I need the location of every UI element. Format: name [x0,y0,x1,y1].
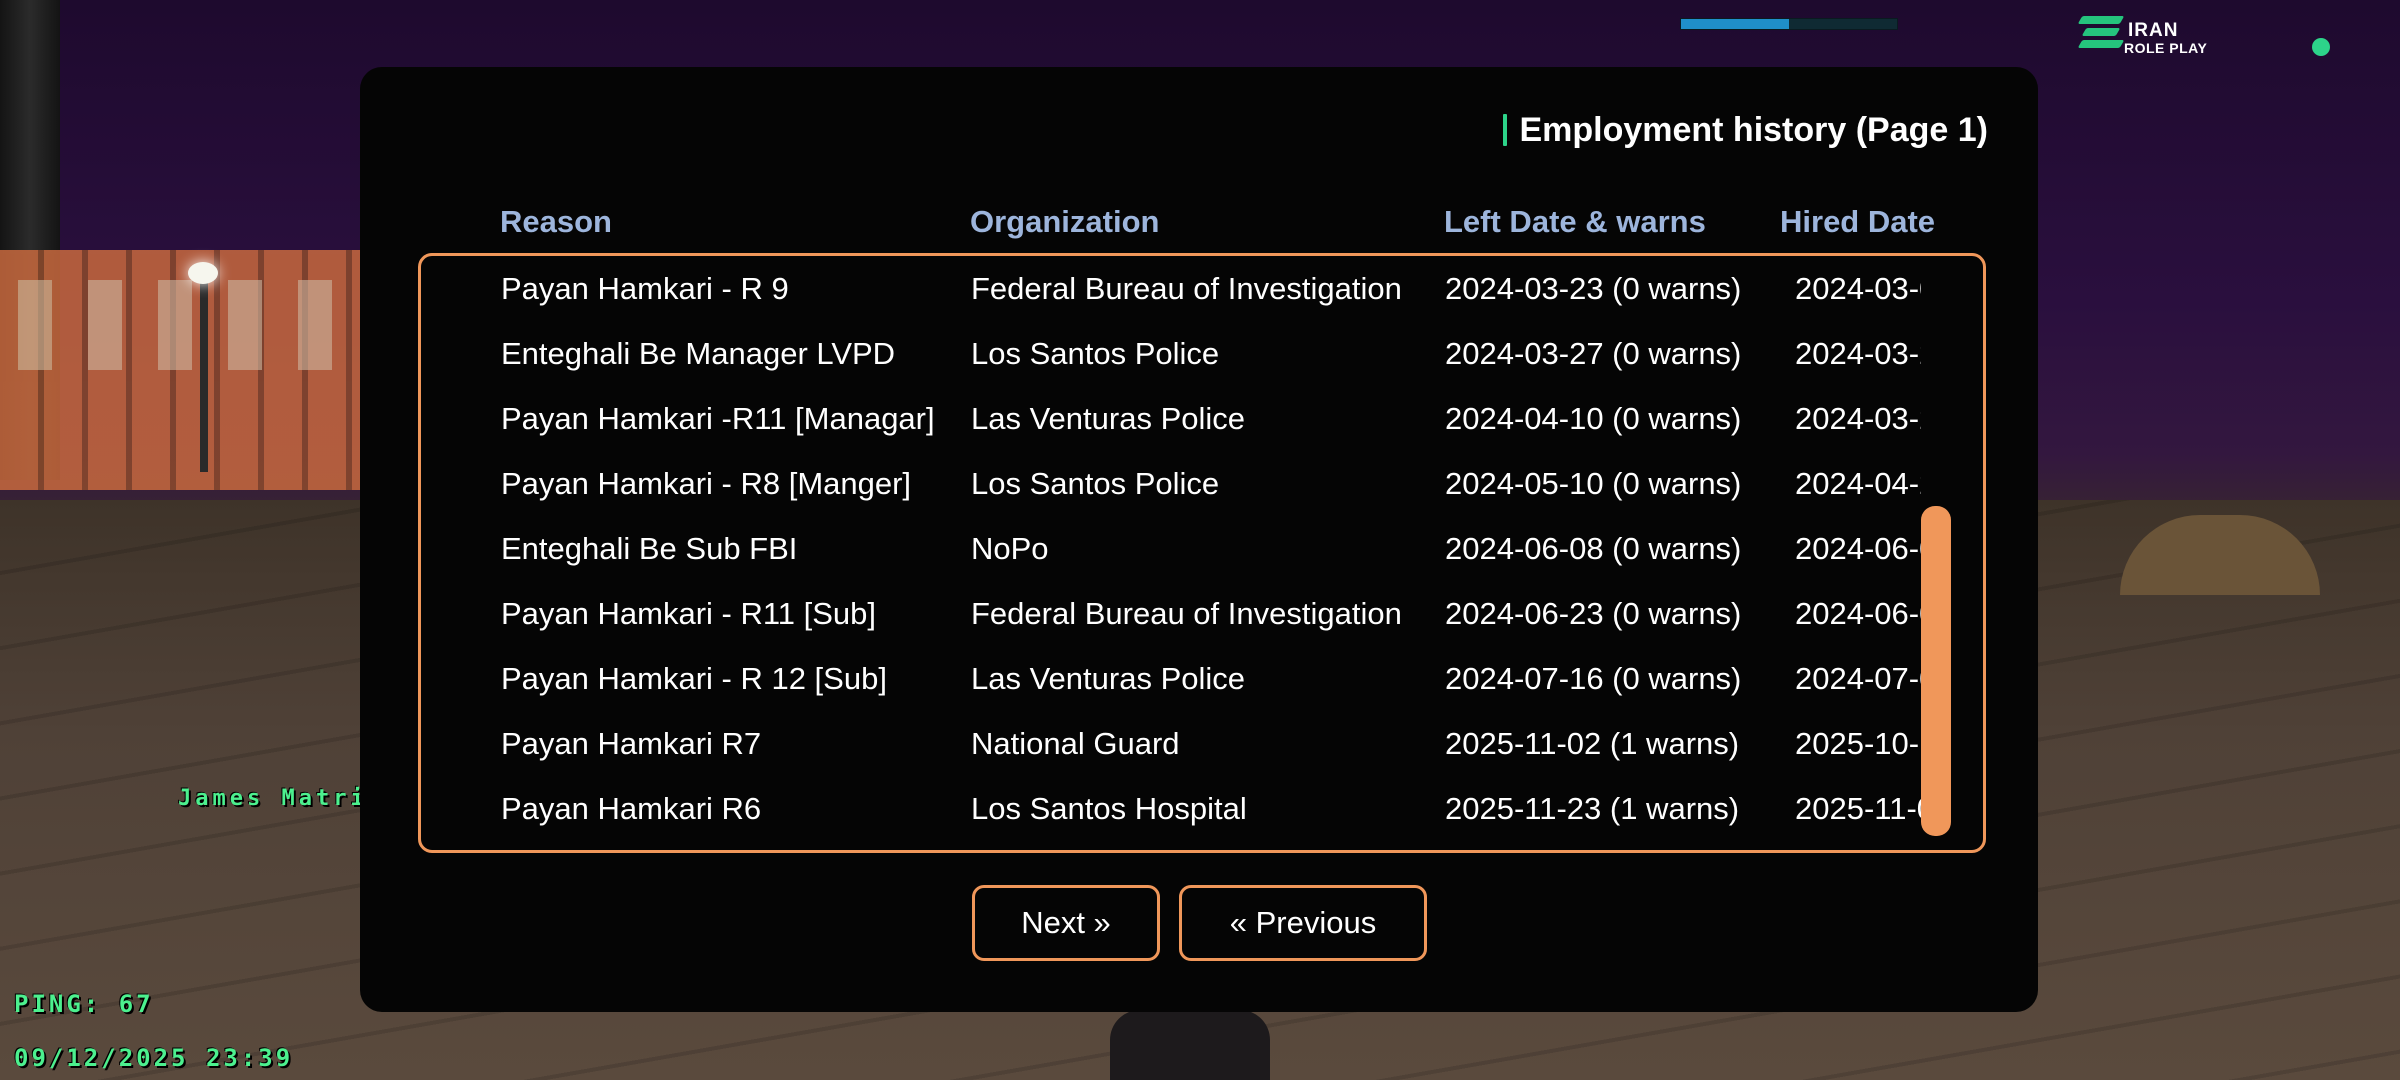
cell-hired-date: 2024-03-0 [1795,271,1921,306]
cell-reason: Payan Hamkari -R11 [Managar] [501,401,935,436]
cell-reason: Payan Hamkari - R8 [Manger] [501,466,912,501]
column-header-left-date: Left Date & warns [1444,204,1706,239]
cell-reason: Payan Hamkari - R 9 [501,271,789,306]
table-row[interactable]: Payan Hamkari - R 9 Federal Bureau of In… [421,256,1983,321]
player-character [1110,1010,1270,1080]
cell-organization: Los Santos Hospital [971,791,1247,826]
cell-organization: Los Santos Police [971,336,1220,371]
cell-left-date: 2024-05-10 (0 warns) [1445,466,1742,501]
history-table[interactable]: Payan Hamkari - R 9 Federal Bureau of In… [418,253,1986,853]
table-row[interactable]: Payan Hamkari -R11 [Managar] Las Ventura… [421,386,1983,451]
next-page-button[interactable]: Next » [972,885,1160,961]
table-header: Reason Organization Left Date & warns Hi… [500,197,2000,247]
cell-reason: Payan Hamkari R6 [501,791,762,826]
dialog-title-text: Employment history (Page 1) [1519,110,1988,149]
cell-hired-date: 2024-04-2 [1795,466,1921,501]
column-header-hired-date: Hired Date [1780,204,1936,239]
ping-readout: PING: 67 [14,990,154,1018]
player-name-tag: James Matrix [178,786,385,811]
cell-left-date: 2024-04-10 (0 warns) [1445,401,1742,436]
table-row[interactable]: Enteghali Be Manager LVPD Los Santos Pol… [421,321,1983,386]
cell-organization: Federal Bureau of Investigation [971,271,1402,306]
cell-hired-date: 2024-06-0 [1795,596,1921,631]
previous-page-button[interactable]: « Previous [1179,885,1427,961]
cell-reason: Enteghali Be Manager LVPD [501,336,896,371]
datetime-readout: 09/12/2025 23:39 [14,1044,294,1072]
cell-hired-date: 2025-10-1 [1795,726,1921,761]
cell-hired-date: 2024-03-2 [1795,401,1921,436]
cell-organization: Las Venturas Police [971,401,1246,436]
cell-organization: National Guard [971,726,1180,761]
cell-left-date: 2024-07-16 (0 warns) [1445,661,1742,696]
cell-left-date: 2025-11-02 (1 warns) [1445,726,1740,761]
cell-hired-date: 2025-11-0 [1795,791,1921,826]
street-lamp-pole [200,272,208,472]
background-building [0,250,380,490]
cell-reason: Payan Hamkari - R 12 [Sub] [501,661,887,696]
cell-left-date: 2024-03-23 (0 warns) [1445,271,1742,306]
logo-text-line1: IRAN [2128,20,2179,41]
column-header-reason: Reason [500,204,612,239]
hud-progress-bar [1680,18,1898,30]
cell-hired-date: 2024-06-0 [1795,531,1921,566]
street-lamp-light [188,262,218,284]
cell-left-date: 2024-06-08 (0 warns) [1445,531,1742,566]
cell-organization: Las Venturas Police [971,661,1246,696]
status-dot-icon [2312,38,2330,56]
hud-progress-fill [1681,19,1789,29]
column-header-organization: Organization [970,204,1160,239]
table-row[interactable]: Enteghali Be Sub FBI NoPo 2024-06-08 (0 … [421,516,1983,581]
table-scrollbar-thumb[interactable] [1921,506,1951,836]
cell-reason: Payan Hamkari - R11 [Sub] [501,596,877,631]
table-row[interactable]: Payan Hamkari - R 12 [Sub] Las Venturas … [421,646,1983,711]
cell-organization: NoPo [971,531,1049,566]
cell-reason: Enteghali Be Sub FBI [501,531,798,566]
cell-hired-date: 2024-07-0 [1795,661,1921,696]
table-row[interactable]: Payan Hamkari - R11 [Sub] Federal Bureau… [421,581,1983,646]
table-row[interactable]: Payan Hamkari R6 Los Santos Hospital 202… [421,776,1983,841]
title-accent-bar [1503,114,1508,146]
cell-reason: Payan Hamkari R7 [501,726,762,761]
logo-stripes-icon [2077,16,2126,56]
dialog-title: Employment history (Page 1) [1503,105,1988,155]
table-row[interactable]: Payan Hamkari - R8 [Manger] Los Santos P… [421,451,1983,516]
cell-left-date: 2024-06-23 (0 warns) [1445,596,1742,631]
cell-organization: Federal Bureau of Investigation [971,596,1402,631]
cell-hired-date: 2024-03-2 [1795,336,1921,371]
logo-text-line2: ROLE PLAY [2124,40,2208,56]
cell-organization: Los Santos Police [971,466,1220,501]
cell-left-date: 2025-11-23 (1 warns) [1445,791,1740,826]
employment-history-dialog: Employment history (Page 1) Reason Organ… [360,67,2038,1012]
cell-left-date: 2024-03-27 (0 warns) [1445,336,1742,371]
server-logo: IRAN ROLE PLAY [2077,14,2240,60]
table-row[interactable]: Payan Hamkari R7 National Guard 2025-11-… [421,711,1983,776]
